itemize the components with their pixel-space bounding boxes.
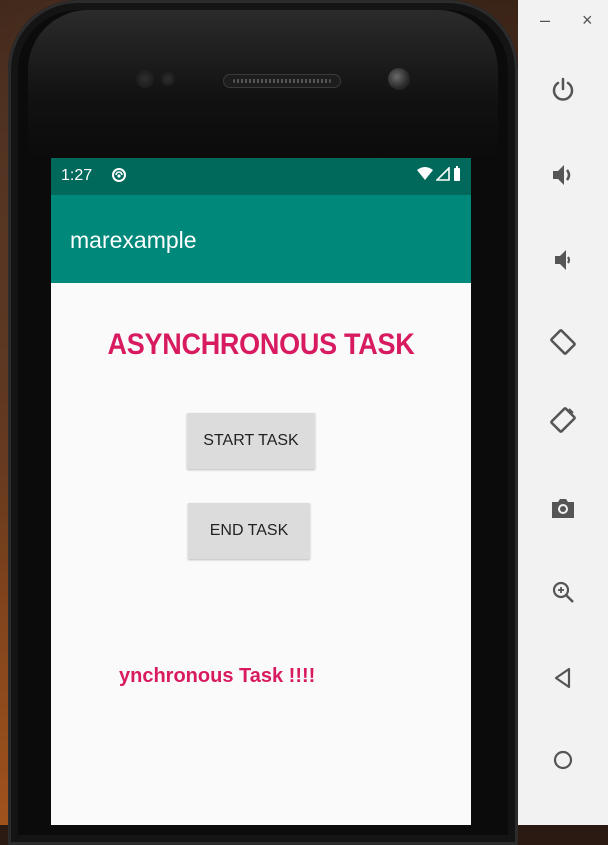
status-icons — [417, 165, 461, 187]
screenshot-icon[interactable] — [543, 488, 583, 528]
power-icon[interactable] — [543, 70, 583, 110]
earpiece-speaker — [223, 74, 341, 88]
front-camera — [388, 68, 410, 90]
status-time: 1:27 — [61, 167, 93, 184]
start-task-button[interactable]: START TASK — [187, 413, 315, 469]
close-button[interactable]: × — [582, 10, 593, 31]
signal-icon — [435, 165, 450, 186]
end-task-button[interactable]: END TASK — [188, 503, 310, 559]
wifi-icon — [417, 166, 433, 186]
volume-down-icon[interactable] — [543, 240, 583, 280]
phone-top-bezel — [28, 10, 498, 160]
volume-up-icon[interactable] — [543, 155, 583, 195]
zoom-icon[interactable] — [543, 572, 583, 612]
phone-screen: 1:27 marexample ASYNCHRONOUS TASK START … — [51, 158, 471, 825]
rotate-right-icon[interactable] — [543, 400, 583, 440]
rotate-left-icon[interactable] — [543, 322, 583, 362]
app-bar: marexample — [51, 195, 471, 283]
proximity-sensor — [136, 70, 154, 88]
result-text: ynchronous Task !!!! — [119, 665, 316, 687]
emulator-toolbar: – × — [518, 0, 608, 825]
battery-icon — [453, 165, 461, 187]
page-heading: ASYNCHRONOUS TASK — [107, 328, 415, 361]
back-icon[interactable] — [543, 658, 583, 698]
status-bar: 1:27 — [51, 158, 471, 195]
home-icon[interactable] — [543, 740, 583, 780]
minimize-button[interactable]: – — [540, 10, 550, 31]
sync-icon — [111, 167, 127, 183]
light-sensor — [161, 72, 175, 86]
app-title: marexample — [70, 227, 197, 253]
